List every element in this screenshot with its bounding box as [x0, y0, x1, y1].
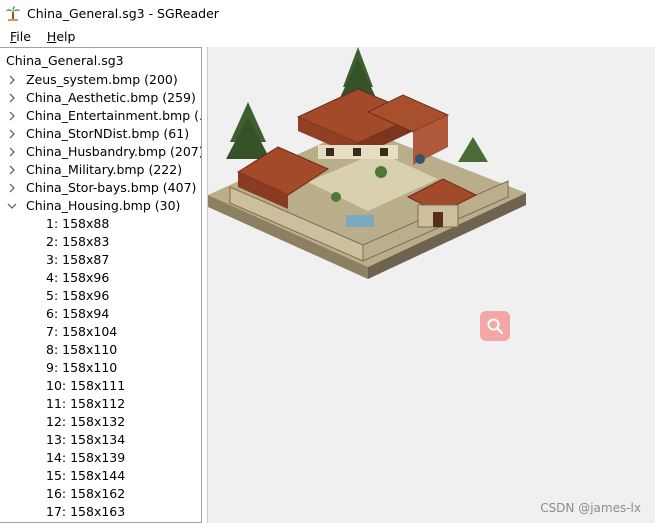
tree-image-node[interactable]: 10: 158x111: [0, 377, 201, 395]
tree-file-label: China_Entertainment.bmp (...: [26, 108, 202, 123]
chevron-right-icon[interactable]: [7, 129, 17, 139]
watermark-text: CSDN @james-lx: [540, 501, 641, 515]
tree-image-node[interactable]: 8: 158x110: [0, 341, 201, 359]
menu-bar: File Help: [0, 26, 655, 46]
tree-file-label: China_Stor-bays.bmp (407): [26, 180, 197, 195]
tree-image-node[interactable]: 9: 158x110: [0, 359, 201, 377]
tree-image-node[interactable]: 16: 158x162: [0, 485, 201, 503]
tree-root-node[interactable]: China_General.sg3: [0, 51, 201, 71]
tree-image-node[interactable]: 3: 158x87: [0, 251, 201, 269]
chevron-right-icon[interactable]: [7, 165, 17, 175]
tree-file-nodes: Zeus_system.bmp (200) China_Aesthetic.bmp…: [0, 71, 201, 215]
tree-image-node[interactable]: 11: 158x112: [0, 395, 201, 413]
tree-image-node[interactable]: 5: 158x96: [0, 287, 201, 305]
tree-image-node[interactable]: 2: 158x83: [0, 233, 201, 251]
tree-file-label: Zeus_system.bmp (200): [26, 72, 178, 87]
tree-file-label: China_Housing.bmp (30): [26, 198, 181, 213]
chevron-right-icon[interactable]: [7, 183, 17, 193]
tree-file-label: China_StorNDist.bmp (61): [26, 126, 190, 141]
tree-file-label: China_Husbandry.bmp (207): [26, 144, 202, 159]
sg3-tree-view[interactable]: China_General.sg3 Zeus_system.bmp (200) C…: [0, 47, 202, 523]
tree-file-node[interactable]: China_StorNDist.bmp (61): [0, 125, 201, 143]
tree-image-node[interactable]: 13: 158x134: [0, 431, 201, 449]
tree-file-node[interactable]: China_Entertainment.bmp (...: [0, 107, 201, 125]
tree-file-label: China_Aesthetic.bmp (259): [26, 90, 196, 105]
chevron-down-icon[interactable]: [7, 201, 17, 211]
tree-file-node[interactable]: China_Housing.bmp (30): [0, 197, 201, 215]
search-icon: [487, 318, 504, 335]
image-preview-pane: CSDN @james-lx: [207, 47, 655, 523]
tree-image-node[interactable]: 6: 158x94: [0, 305, 201, 323]
title-bar: China_General.sg3 - SGReader: [0, 0, 655, 26]
tree-image-node[interactable]: 15: 158x144: [0, 467, 201, 485]
tree-file-node[interactable]: Zeus_system.bmp (200): [0, 71, 201, 89]
chevron-right-icon[interactable]: [7, 93, 17, 103]
tree-file-node[interactable]: China_Stor-bays.bmp (407): [0, 179, 201, 197]
tree-file-node[interactable]: China_Military.bmp (222): [0, 161, 201, 179]
menu-file[interactable]: File: [6, 29, 37, 44]
tree-image-node[interactable]: 12: 158x132: [0, 413, 201, 431]
tree-image-node[interactable]: 14: 158x139: [0, 449, 201, 467]
tree-image-node[interactable]: 7: 158x104: [0, 323, 201, 341]
chevron-right-icon[interactable]: [7, 75, 17, 85]
tree-image-nodes: 1: 158x88 2: 158x83 3: 158x87 4: 158x96 5: 1…: [0, 215, 201, 521]
tree-image-node[interactable]: 4: 158x96: [0, 269, 201, 287]
chinese-housing-sprite: [208, 47, 526, 279]
tree-file-label: China_Military.bmp (222): [26, 162, 183, 177]
chevron-right-icon[interactable]: [7, 147, 17, 157]
tree-image-node[interactable]: 1: 158x88: [0, 215, 201, 233]
tree-file-node[interactable]: China_Aesthetic.bmp (259): [0, 89, 201, 107]
tree-file-node[interactable]: China_Husbandry.bmp (207): [0, 143, 201, 161]
menu-help[interactable]: Help: [43, 29, 82, 44]
tree-image-node[interactable]: 17: 158x163: [0, 503, 201, 521]
palm-tree-icon: [6, 6, 20, 21]
chevron-right-icon[interactable]: [7, 111, 17, 121]
window-title: China_General.sg3 - SGReader: [27, 5, 219, 21]
zoom-button[interactable]: [480, 311, 510, 341]
